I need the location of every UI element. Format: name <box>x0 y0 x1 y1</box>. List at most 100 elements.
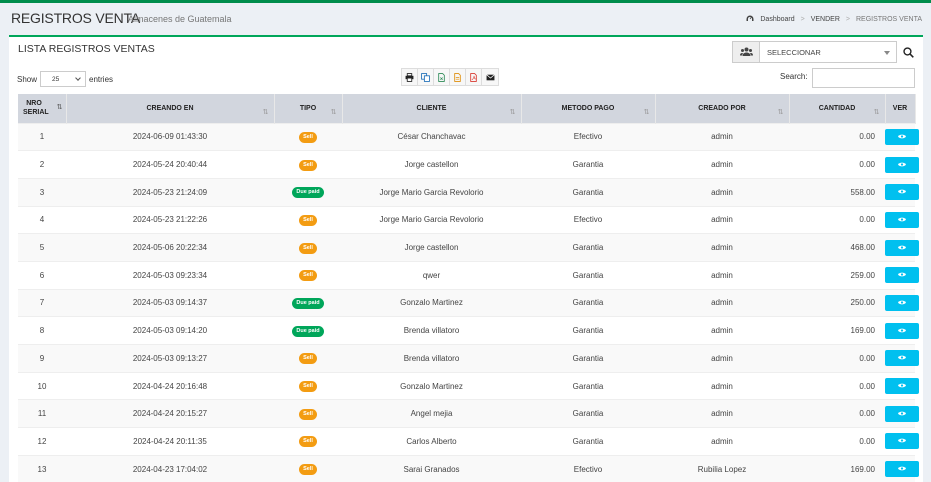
email-button[interactable] <box>482 69 498 85</box>
cell-cliente: Jorge Mario Garcia Revolorio <box>342 177 521 207</box>
content-header: REGISTROS VENTA Almacenes de Guatemala D… <box>0 3 931 35</box>
cell-ver <box>885 205 919 234</box>
sort-icon: ⇅ <box>777 108 784 116</box>
cell-ver <box>885 399 919 428</box>
type-badge: Sell <box>299 270 317 282</box>
view-button[interactable] <box>885 128 919 145</box>
page-length-select[interactable]: 25 <box>40 71 87 87</box>
view-button[interactable] <box>885 461 919 478</box>
eye-icon <box>898 245 906 249</box>
cell-creado: admin <box>655 344 789 373</box>
type-badge: Sell <box>299 436 317 448</box>
cell-nro: 1 <box>18 122 66 151</box>
sort-desc-icon: ⇅ <box>56 103 63 111</box>
cell-fecha: 2024-05-03 09:13:27 <box>66 344 274 373</box>
cell-fecha: 2024-04-24 20:15:27 <box>66 399 274 428</box>
col-header-metodo[interactable]: METODO PAGO ⇅ <box>521 94 656 123</box>
breadcrumb-separator: > <box>845 16 850 23</box>
view-button[interactable] <box>885 378 919 395</box>
user-select[interactable]: SELECCIONAR <box>760 41 897 63</box>
table-row: 2 2024-05-24 20:40:44 Sell Jorge castellon G… <box>18 150 919 179</box>
breadcrumb-vender[interactable]: VENDER <box>811 16 840 23</box>
cell-metodo: Garantia <box>521 399 655 428</box>
csv-button[interactable] <box>434 69 450 85</box>
sort-icon: ⇅ <box>643 108 650 116</box>
cell-creado: admin <box>655 371 789 400</box>
eye-icon <box>898 439 906 443</box>
col-header-nro[interactable]: NRO SERIAL ⇅ <box>18 94 67 123</box>
sales-table: NRO SERIAL ⇅ CREANDO EN ⇅ TIPO ⇅ CLIENTE ⇅ … <box>18 94 919 482</box>
view-button[interactable] <box>885 239 919 256</box>
cell-creado: admin <box>655 122 789 151</box>
view-button[interactable] <box>885 156 919 173</box>
print-button[interactable] <box>402 69 418 85</box>
cell-tipo: Sell <box>274 233 342 262</box>
cell-metodo: Garantia <box>521 150 655 179</box>
cell-tipo: Sell <box>274 427 342 456</box>
view-button[interactable] <box>885 211 919 228</box>
view-button[interactable] <box>885 322 919 339</box>
view-button[interactable] <box>885 294 919 311</box>
sales-list-box: LISTA REGISTROS VENTAS SELECCIONAR Show … <box>9 35 923 482</box>
type-badge: Sell <box>299 408 317 420</box>
col-header-creado[interactable]: CREADO POR ⇅ <box>655 94 790 123</box>
col-header-cliente[interactable]: CLIENTE ⇅ <box>342 94 522 123</box>
page-length-value: 25 <box>52 75 60 83</box>
search-icon[interactable] <box>897 41 919 63</box>
cell-ver <box>885 371 919 400</box>
view-button[interactable] <box>885 267 919 284</box>
type-badge: Sell <box>299 381 317 393</box>
cell-tipo: Sell <box>274 205 342 234</box>
eye-icon <box>898 217 906 222</box>
entries-label: entries <box>89 74 114 84</box>
cell-nro: 8 <box>18 316 66 345</box>
eye-icon <box>898 300 906 305</box>
cell-ver <box>885 122 919 151</box>
view-button[interactable] <box>885 433 919 450</box>
col-header-fecha[interactable]: CREANDO EN ⇅ <box>66 94 275 123</box>
cell-nro: 4 <box>18 205 66 234</box>
view-button[interactable] <box>885 405 919 422</box>
cell-nro: 12 <box>18 427 66 456</box>
col-header-metodo-label: METODO PAGO <box>561 104 615 112</box>
copy-button[interactable] <box>418 69 434 85</box>
type-badge: Due paid <box>292 187 324 199</box>
breadcrumb-current: REGISTROS VENTA <box>856 16 922 23</box>
cell-cantidad: 0.00 <box>789 150 885 179</box>
cell-nro: 10 <box>18 371 66 400</box>
pdf-button[interactable] <box>466 69 482 85</box>
cell-tipo: Due paid <box>274 316 342 345</box>
table-row: 9 2024-05-03 09:13:27 Sell Brenda villatoro… <box>18 344 919 373</box>
user-select-value: SELECCIONAR <box>767 47 821 57</box>
cell-metodo: Efectivo <box>521 205 655 234</box>
cell-metodo: Garantia <box>521 260 655 290</box>
cell-cliente: Gonzalo Martinez <box>342 371 521 400</box>
breadcrumb-dashboard[interactable]: Dashboard <box>760 16 794 23</box>
pdf-icon <box>470 72 477 82</box>
col-header-nro-label: NRO SERIAL <box>23 100 49 117</box>
cell-nro: 13 <box>18 454 66 482</box>
excel-button[interactable] <box>450 69 466 85</box>
cell-creado: admin <box>655 205 789 234</box>
cell-cliente: Jorge Mario Garcia Revolorio <box>342 205 521 234</box>
table-header-row: NRO SERIAL ⇅ CREANDO EN ⇅ TIPO ⇅ CLIENTE ⇅ … <box>18 94 916 123</box>
col-header-tipo[interactable]: TIPO ⇅ <box>274 94 343 123</box>
cell-cantidad: 0.00 <box>789 344 885 373</box>
csv-icon <box>438 72 445 82</box>
col-header-cantidad[interactable]: CANTIDAD ⇅ <box>789 94 886 123</box>
table-row: 8 2024-05-03 09:14:20 Due paid Brenda villa… <box>18 316 919 345</box>
cell-tipo: Due paid <box>274 177 342 207</box>
page-subtitle: Almacenes de Guatemala <box>128 14 232 24</box>
email-icon <box>485 73 495 80</box>
search-input[interactable] <box>812 68 915 88</box>
cell-fecha: 2024-05-03 09:23:34 <box>66 260 274 290</box>
cell-cliente: Gonzalo Martinez <box>342 288 521 317</box>
cell-creado: admin <box>655 177 789 207</box>
view-button[interactable] <box>885 350 919 367</box>
cell-fecha: 2024-05-03 09:14:37 <box>66 288 274 317</box>
view-button[interactable] <box>885 184 919 201</box>
cell-ver <box>885 316 919 345</box>
cell-nro: 3 <box>18 177 66 207</box>
cell-cantidad: 558.00 <box>789 177 885 207</box>
cell-tipo: Sell <box>274 454 342 482</box>
